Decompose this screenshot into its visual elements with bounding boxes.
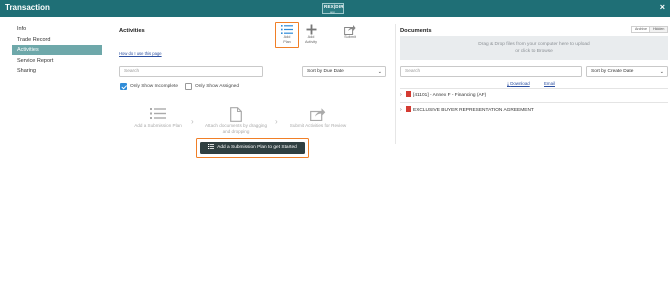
cta-label: Add a Submission Plan to get Started [217,145,297,150]
only-assigned-label: Only Show Assigned [195,84,239,89]
submit-button[interactable]: Submit [339,24,361,40]
step-attach-text-1: Attach documents by dragging [204,123,268,128]
step-attach-documents: Attach documents by dragging and droppin… [198,107,274,134]
step-arrow-icon: › [191,117,194,126]
upload-dropzone[interactable]: Drag & Drop files from your computer her… [400,36,668,60]
only-incomplete-label: Only Show Incomplete [130,84,178,89]
step-arrow-icon: › [275,117,278,126]
sidebar-nav: Info Trade Record Activities Service Rep… [12,24,102,77]
list-plan-icon [150,108,166,119]
sidebar-item-trade-record[interactable]: Trade Record [12,35,102,45]
document-row[interactable]: › [41101] - Annex F - Financing (AF) [400,89,486,101]
plus-icon [306,24,316,35]
add-submission-plan-button[interactable]: Add a Submission Plan to get Started [200,142,305,154]
step-add-plan: Add a Submission Plan [127,107,189,129]
add-plan-button[interactable]: Add Plan [276,24,298,44]
hidden-toggle[interactable]: Hidden [649,26,669,33]
add-plan-label-2: Plan [283,39,291,44]
documents-sort-value: Sort by Create Date [591,69,634,74]
document-icon [230,107,242,122]
logo-text: REX|DIR [324,4,344,9]
documents-search-input[interactable]: Search [400,66,582,77]
dropzone-text-2: or click to Browse [515,49,553,54]
title-bar: Transaction REX|DIR app × [0,0,670,17]
step-submit: Submit Activities for Review [283,107,353,129]
pdf-icon [406,106,411,113]
document-row[interactable]: › EXCLUSIVE BUYER REPRESENTATION AGREEMEN… [400,104,534,116]
dropzone-text-1: Drag & Drop files from your computer her… [478,42,590,47]
brand-logo: REX|DIR app [322,3,344,14]
download-label: Download [510,81,530,86]
only-incomplete-checkbox[interactable] [120,83,127,90]
sidebar-item-sharing[interactable]: Sharing [12,66,102,76]
list-icon [208,144,215,150]
step-add-plan-text: Add a Submission Plan [134,123,182,128]
sidebar-item-info[interactable]: Info [12,24,102,34]
share-icon [344,25,356,35]
activities-title: Activities [119,28,145,34]
activities-sort-value: Sort by Due Date [307,69,344,74]
list-add-icon [281,25,293,34]
step-attach-text-2: and dropping [222,128,250,134]
logo-subtext: app [330,9,336,14]
activities-search-input[interactable]: Search [119,66,263,77]
add-activity-button[interactable]: Add Activity [300,24,322,44]
chevron-down-icon: ⌄ [377,69,382,75]
download-link[interactable]: ⤓ Download [507,81,530,86]
document-row-label: EXCLUSIVE BUYER REPRESENTATION AGREEMENT [413,108,534,113]
sidebar-item-activities[interactable]: Activities [12,45,102,55]
document-row-label: [41101] - Annex F - Financing (AF) [413,93,487,98]
row-separator [400,102,668,103]
close-icon[interactable]: × [660,2,665,12]
share-submit-icon [310,108,326,121]
how-to-link[interactable]: How do I use this page [119,51,162,56]
window-title: Transaction [5,3,50,12]
panel-divider [395,24,396,144]
documents-title: Documents [400,28,432,34]
archive-toggle[interactable]: Archive [631,26,651,33]
step-submit-text: Submit Activities for Review [289,123,347,128]
submit-label: Submit [344,35,356,39]
download-icon: ⤓ [507,81,509,86]
only-assigned-checkbox[interactable] [185,83,192,90]
add-activity-label-2: Activity [304,39,318,44]
documents-sort-select[interactable]: Sort by Create Date ⌄ [586,66,668,77]
activities-sort-select[interactable]: Sort by Due Date ⌄ [302,66,386,77]
email-link[interactable]: Email [544,81,555,86]
sidebar-item-service-report[interactable]: Service Report [12,56,102,66]
pdf-icon [406,91,411,98]
chevron-down-icon: ⌄ [659,69,664,75]
